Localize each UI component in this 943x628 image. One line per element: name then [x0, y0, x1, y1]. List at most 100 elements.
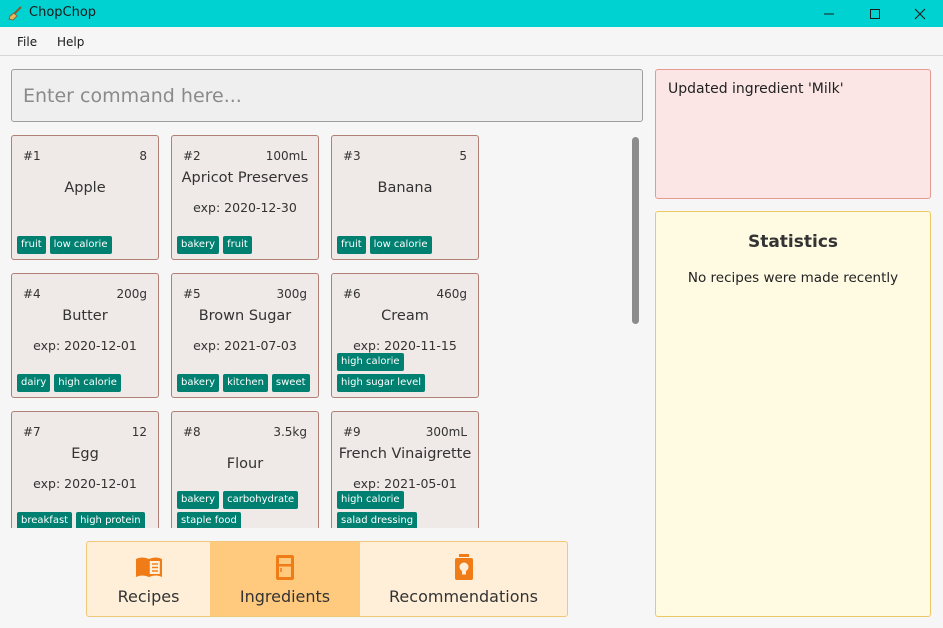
window-title: ChopChop: [29, 5, 97, 20]
ingredient-tags: high calorie high sugar level: [337, 353, 474, 392]
statistics-title: Statistics: [747, 232, 839, 252]
tab-recipes[interactable]: Recipes: [87, 542, 210, 616]
ingredient-index: #8: [183, 425, 201, 439]
ingredient-tag: bakery: [177, 491, 220, 509]
close-icon: [914, 8, 926, 19]
ingredient-card[interactable]: #2 100mL Apricot Preserves exp: 2020-12-30 b…: [171, 135, 319, 260]
lightbulb-icon: [454, 554, 473, 580]
ingredient-quantity: 3.5kg: [273, 425, 307, 439]
ingredient-expiry: exp: 2020-11-15: [353, 338, 457, 353]
ingredient-tag: bakery: [177, 236, 220, 254]
menu-file[interactable]: File: [17, 35, 37, 49]
ingredient-quantity: 12: [131, 425, 147, 439]
close-button[interactable]: [897, 0, 943, 27]
ingredient-list[interactable]: #1 8 Apple fruit low calorie #2 100mL Apricot P…: [11, 135, 641, 528]
ingredient-tag: high calorie: [337, 491, 404, 509]
ingredient-tag: staple food: [177, 512, 241, 528]
ingredient-index: #3: [343, 149, 361, 163]
broom-icon: [8, 6, 22, 21]
tab-recommendations-label: Recommendations: [389, 587, 538, 606]
minimize-button[interactable]: [806, 0, 852, 27]
ingredient-card[interactable]: #7 12 Egg exp: 2020-12-01 breakfast high prot…: [11, 411, 159, 528]
ingredient-tags: bakery fruit: [177, 236, 314, 254]
ingredient-name: Apricot Preserves: [181, 170, 309, 186]
result-display: Updated ingredient 'Milk': [655, 69, 931, 199]
ingredient-name: Cream: [381, 308, 429, 324]
ingredient-quantity: 300g: [276, 287, 307, 301]
ingredient-index: #9: [343, 425, 361, 439]
ingredient-tags: fruit low calorie: [337, 236, 474, 254]
ingredient-name: Banana: [377, 180, 433, 196]
ingredient-tag: carbohydrate: [223, 491, 299, 509]
open-book-icon: [135, 557, 162, 577]
ingredient-card[interactable]: #5 300g Brown Sugar exp: 2021-07-03 bakery ki…: [171, 273, 319, 398]
maximize-icon: [870, 8, 880, 19]
ingredient-index: #6: [343, 287, 361, 301]
ingredient-expiry: exp: 2020-12-01: [33, 476, 137, 491]
ingredient-card[interactable]: #6 460g Cream exp: 2020-11-15 high calorie hi…: [331, 273, 479, 398]
ingredient-name: Flour: [226, 456, 264, 472]
ingredient-quantity: 5: [459, 149, 467, 163]
tab-ingredients[interactable]: Ingredients: [210, 542, 360, 616]
command-box: [11, 69, 643, 122]
ingredient-tag: dairy: [17, 374, 51, 392]
ingredient-quantity: 8: [139, 149, 147, 163]
ingredient-index: #7: [23, 425, 41, 439]
ingredient-quantity: 100mL: [265, 149, 307, 163]
ingredient-tag: high sugar level: [337, 374, 426, 392]
ingredient-card[interactable]: #9 300mL French Vinaigrette exp: 2021-05-01…: [331, 411, 479, 528]
ingredient-index: #5: [183, 287, 201, 301]
ingredient-card[interactable]: #3 5 Banana fruit low calorie: [331, 135, 479, 260]
maximize-button[interactable]: [852, 0, 898, 27]
tab-ingredients-label: Ingredients: [239, 587, 331, 606]
menu-help[interactable]: Help: [57, 35, 84, 49]
ingredient-tag: kitchen: [223, 374, 268, 392]
menu-bar: File Help: [0, 27, 943, 56]
ingredient-tag: high calorie: [337, 353, 404, 371]
ingredient-tags: fruit low calorie: [17, 236, 154, 254]
result-message: Updated ingredient 'Milk': [668, 81, 844, 97]
ingredient-quantity: 200g: [116, 287, 147, 301]
statistics-empty-message: No recipes were made recently: [687, 270, 899, 286]
ingredient-index: #2: [183, 149, 201, 163]
ingredient-card[interactable]: #8 3.5kg Flour bakery carbohydrate staple foo…: [171, 411, 319, 528]
ingredient-expiry: exp: 2021-07-03: [193, 338, 297, 353]
ingredient-tag: fruit: [337, 236, 366, 254]
ingredient-tag: high protein: [76, 512, 145, 528]
command-input[interactable]: [12, 70, 642, 121]
ingredient-card[interactable]: #4 200g Butter exp: 2020-12-01 dairy high cal…: [11, 273, 159, 398]
ingredient-card[interactable]: #1 8 Apple fruit low calorie: [11, 135, 159, 260]
ingredient-tag: bakery: [177, 374, 220, 392]
ingredient-index: #4: [23, 287, 41, 301]
ingredient-tags: high calorie salad dressing: [337, 491, 474, 528]
ingredient-tag: salad dressing: [337, 512, 418, 528]
ingredient-name: Brown Sugar: [198, 308, 292, 324]
tab-recipes-label: Recipes: [117, 587, 180, 606]
minimize-icon: [824, 13, 834, 14]
ingredient-index: #1: [23, 149, 41, 163]
ingredient-tags: dairy high calorie: [17, 374, 154, 392]
ingredient-tags: bakery carbohydrate staple food: [177, 491, 314, 528]
ingredient-tags: bakery kitchen sweet: [177, 374, 314, 392]
fridge-icon: [276, 555, 294, 580]
scrollbar-thumb[interactable]: [632, 137, 639, 324]
ingredient-tag: low calorie: [49, 236, 112, 254]
ingredient-tag: sweet: [271, 374, 310, 392]
ingredient-tag: low calorie: [369, 236, 432, 254]
statistics-panel: Statistics No recipes were made recently: [655, 211, 931, 617]
ingredient-name: French Vinaigrette: [338, 446, 472, 462]
ingredient-quantity: 460g: [436, 287, 467, 301]
ingredient-quantity: 300mL: [425, 425, 467, 439]
ingredient-expiry: exp: 2021-05-01: [353, 476, 457, 491]
ingredient-name: Apple: [64, 180, 106, 196]
ingredient-tag: fruit: [223, 236, 252, 254]
tab-bar: Recipes Ingredients Recommendations: [86, 541, 568, 617]
ingredient-tag: breakfast: [17, 512, 73, 528]
ingredient-name: Egg: [71, 446, 99, 462]
ingredient-tags: breakfast high protein: [17, 512, 154, 528]
tab-recommendations[interactable]: Recommendations: [360, 542, 567, 616]
ingredient-expiry: exp: 2020-12-30: [193, 200, 297, 215]
title-bar: ChopChop: [0, 0, 943, 27]
ingredient-name: Butter: [62, 308, 108, 324]
ingredient-tag: high calorie: [54, 374, 121, 392]
